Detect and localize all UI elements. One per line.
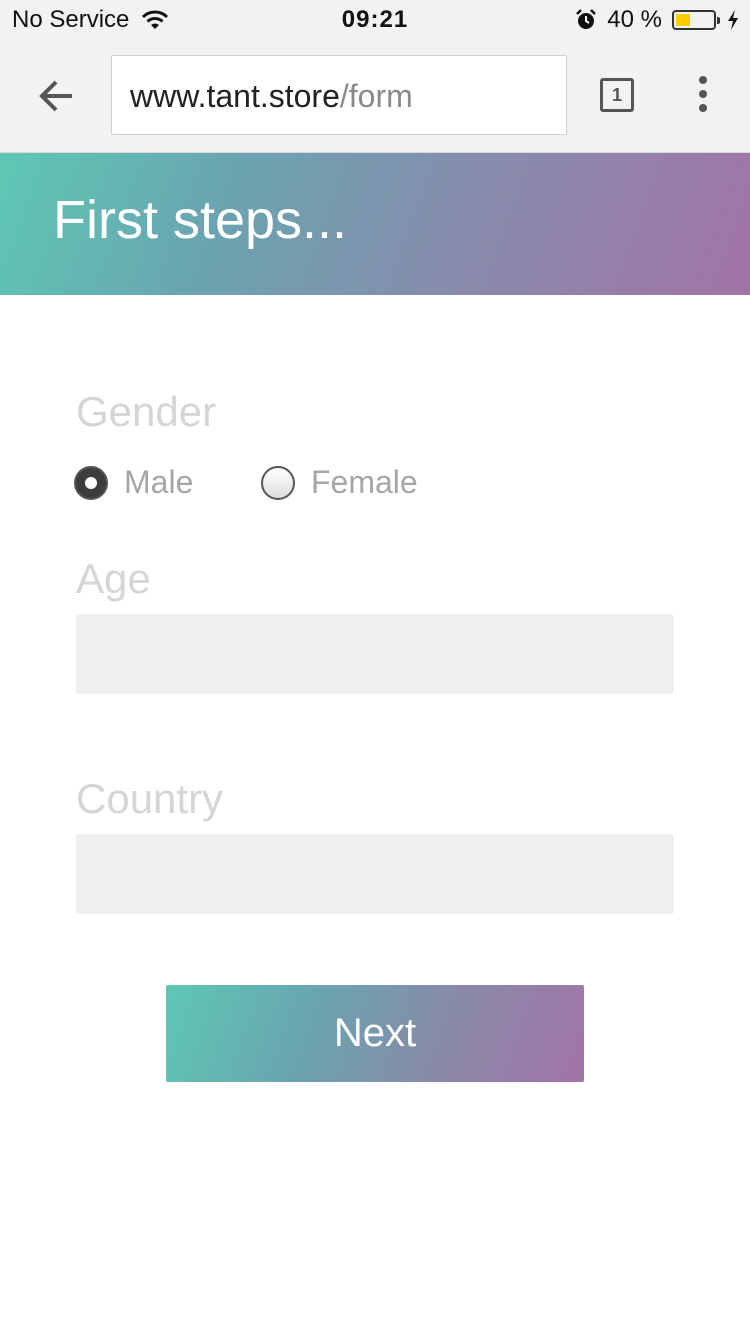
status-right: 40 %	[575, 6, 740, 34]
header-banner: First steps...	[0, 153, 750, 295]
url-bar[interactable]: www.tant.store/form	[111, 55, 567, 135]
page-title: First steps...	[53, 190, 348, 250]
radio-option-female[interactable]: Female	[261, 464, 418, 501]
back-button[interactable]	[28, 70, 88, 122]
radio-option-male[interactable]: Male	[74, 464, 193, 501]
gender-label: Gender	[76, 388, 217, 435]
charging-bolt-icon	[726, 9, 740, 31]
country-input[interactable]	[76, 834, 674, 914]
menu-dot	[699, 76, 707, 84]
menu-dot	[699, 104, 707, 112]
radio-button-male[interactable]	[74, 465, 108, 500]
battery-level	[676, 14, 691, 26]
back-arrow-icon	[28, 80, 88, 126]
battery-icon	[672, 10, 720, 30]
url-path: /form	[339, 78, 413, 114]
alarm-icon	[575, 9, 597, 31]
battery-percent: 40 %	[607, 6, 662, 33]
menu-dot	[699, 90, 707, 98]
more-vert-icon[interactable]	[690, 70, 716, 122]
age-input[interactable]	[76, 614, 674, 694]
age-label: Age	[76, 555, 151, 602]
status-bar: No Service 09:21 40 %	[0, 0, 750, 40]
radio-label-female: Female	[311, 464, 418, 500]
tabs-icon[interactable]: 1	[600, 78, 634, 112]
browser-toolbar: www.tant.store/form 1	[0, 40, 750, 153]
url-domain: www.tant.store	[130, 78, 340, 114]
next-button[interactable]: Next	[166, 985, 584, 1082]
country-label: Country	[76, 775, 224, 822]
radio-button-female[interactable]	[261, 465, 295, 500]
radio-label-male: Male	[124, 464, 194, 500]
